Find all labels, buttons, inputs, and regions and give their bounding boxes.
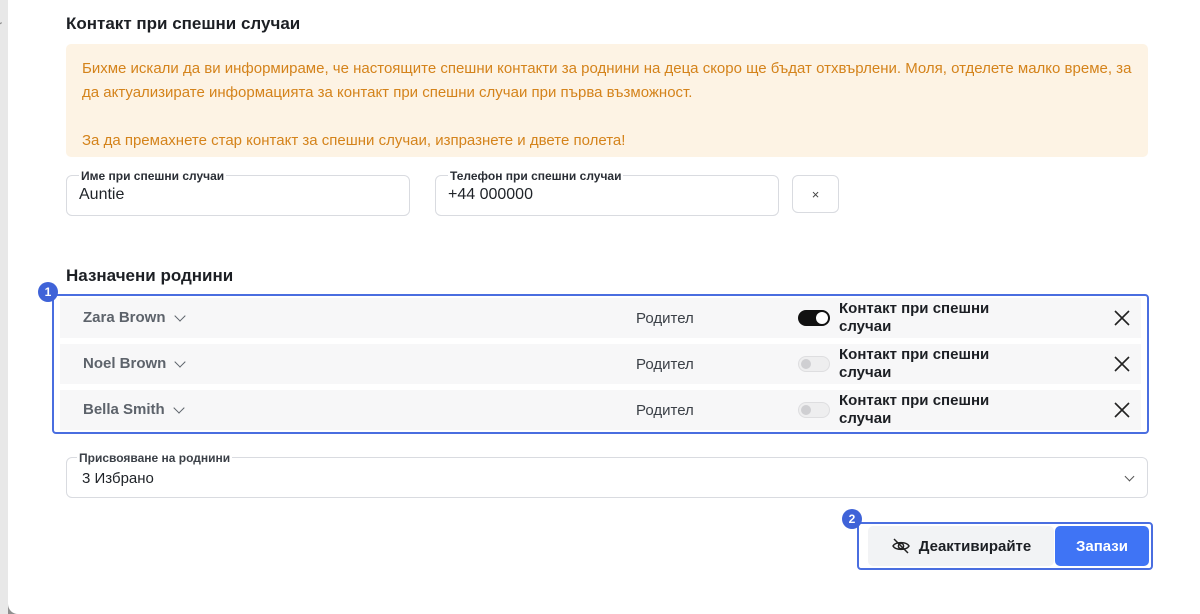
emergency-name-field[interactable]: Име при спешни случаи <box>66 169 410 216</box>
notice-text-2: За да премахнете стар контакт за спешни … <box>82 132 626 149</box>
assign-relatives-value: 3 Избрано <box>82 470 154 487</box>
assign-relatives-label: Присвояване на роднини <box>77 451 233 465</box>
emergency-section-title: Контакт при спешни случаи <box>66 14 301 33</box>
relative-name-dropdown[interactable]: Bella Smith <box>83 401 185 418</box>
action-buttons: Деактивирайте Запази <box>857 522 1153 570</box>
emergency-contact-toggle[interactable] <box>798 402 830 418</box>
chevron-down-icon <box>173 401 185 414</box>
close-icon[interactable] <box>1112 308 1132 328</box>
save-button[interactable]: Запази <box>1055 526 1149 566</box>
notice-text-1: Бихме искали да ви информираме, че насто… <box>82 60 1132 101</box>
relative-role: Родител <box>636 356 694 373</box>
relative-name-dropdown[interactable]: Noel Brown <box>83 355 187 372</box>
emergency-contact-panel: Контакт при спешни случаи Бихме искали д… <box>8 0 1200 614</box>
relative-row: Zara Brown Родител Контакт при спешни сл… <box>60 298 1141 338</box>
relative-name: Bella Smith <box>83 401 165 418</box>
emergency-phone-label: Телефон при спешни случаи <box>448 169 624 183</box>
relatives-list: Zara Brown Родител Контакт при спешни сл… <box>52 294 1149 434</box>
emergency-contact-label: Контакт при спешни случаи <box>839 346 990 381</box>
deactivate-button[interactable]: Деактивирайте <box>868 526 1054 566</box>
relatives-section-title: Назначени роднини <box>66 266 234 285</box>
edge-glyph: r <box>0 18 2 32</box>
emergency-contact-toggle[interactable] <box>798 356 830 372</box>
toggle-knob <box>816 312 828 324</box>
chevron-down-icon <box>1124 471 1135 482</box>
relative-name: Zara Brown <box>83 309 166 326</box>
deprecation-notice: Бихме искали да ви информираме, че насто… <box>66 44 1148 157</box>
emergency-name-input[interactable] <box>79 186 379 204</box>
clear-emergency-button[interactable]: × <box>792 175 839 213</box>
close-icon: × <box>811 186 820 202</box>
assign-relatives-select[interactable]: Присвояване на роднини 3 Избрано <box>66 451 1148 498</box>
relative-name-dropdown[interactable]: Zara Brown <box>83 309 186 326</box>
window-left-edge: r <box>0 0 8 614</box>
relative-name: Noel Brown <box>83 355 167 372</box>
emergency-contact-label: Контакт при спешни случаи <box>839 300 990 335</box>
toggle-knob <box>801 359 811 369</box>
annotation-marker-2: 2 <box>842 509 862 529</box>
annotation-marker-1: 1 <box>38 282 58 302</box>
relative-row: Bella Smith Родител Контакт при спешни с… <box>60 390 1141 430</box>
chevron-down-icon <box>173 309 186 322</box>
relative-role: Родител <box>636 402 694 419</box>
close-icon[interactable] <box>1112 400 1132 420</box>
emergency-contact-toggle[interactable] <box>798 310 830 326</box>
relative-row: Noel Brown Родител Контакт при спешни сл… <box>60 344 1141 384</box>
emergency-phone-field[interactable]: Телефон при спешни случаи <box>435 169 779 216</box>
relative-role: Родител <box>636 310 694 327</box>
close-icon[interactable] <box>1112 354 1132 374</box>
toggle-knob <box>801 405 811 415</box>
eye-off-icon <box>891 538 910 554</box>
emergency-contact-label: Контакт при спешни случаи <box>839 392 990 427</box>
emergency-name-label: Име при спешни случаи <box>79 169 227 183</box>
chevron-down-icon <box>174 355 187 368</box>
deactivate-label: Деактивирайте <box>918 537 1032 555</box>
emergency-phone-input[interactable] <box>448 186 748 204</box>
